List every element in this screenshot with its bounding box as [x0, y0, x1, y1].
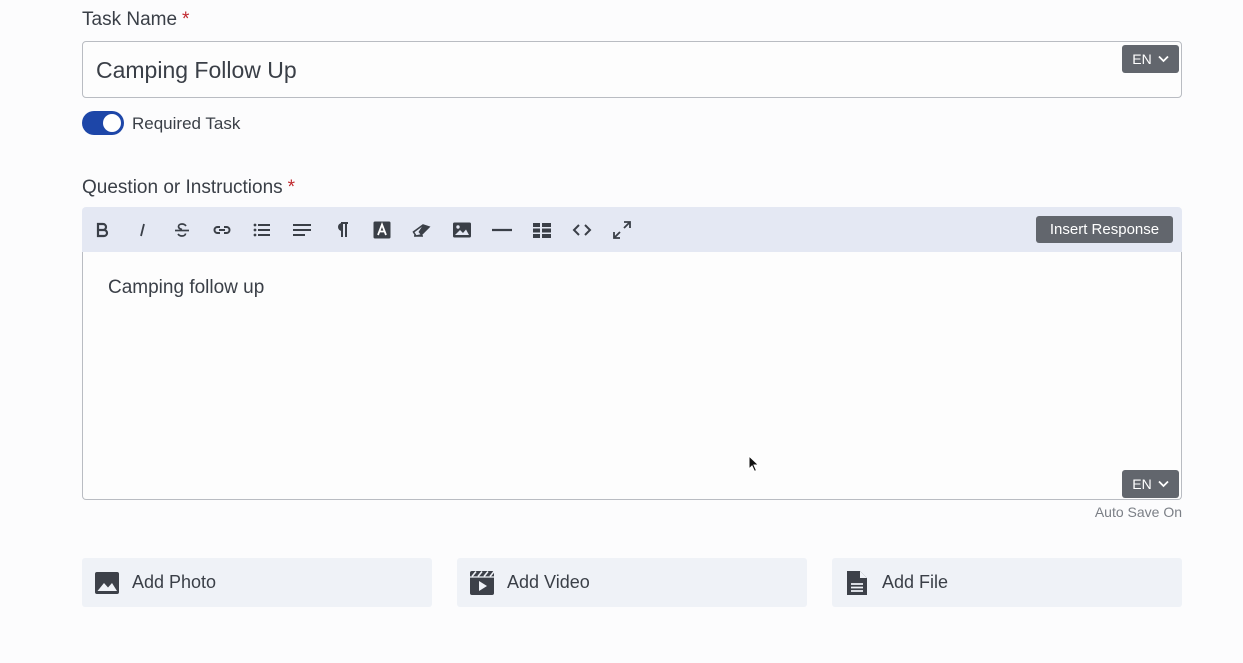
horizontal-rule-icon[interactable] [491, 219, 513, 241]
fullscreen-icon[interactable] [611, 219, 633, 241]
strikethrough-icon[interactable] [171, 219, 193, 241]
add-video-label: Add Video [507, 572, 590, 592]
editor-toolbar: Insert Response [82, 207, 1182, 252]
table-icon[interactable] [531, 219, 553, 241]
required-asterisk: * [182, 9, 190, 30]
video-icon [470, 571, 495, 595]
image-icon[interactable] [451, 219, 473, 241]
add-video-button[interactable]: Add Video [457, 558, 807, 607]
add-file-button[interactable]: Add File [832, 558, 1182, 607]
code-icon[interactable] [571, 219, 593, 241]
bulleted-list-icon[interactable] [251, 219, 273, 241]
task-name-language-dropdown[interactable]: EN [1122, 45, 1179, 73]
autosave-status: Auto Save On [1094, 504, 1182, 520]
chevron-down-icon [1158, 55, 1169, 63]
language-label: EN [1132, 51, 1152, 67]
paragraph-icon[interactable] [331, 219, 353, 241]
language-label: EN [1132, 476, 1152, 492]
add-photo-label: Add Photo [132, 572, 217, 592]
insert-response-button[interactable]: Insert Response [1036, 216, 1173, 243]
instructions-label-text: Question or Instructions [82, 177, 283, 198]
chevron-down-icon [1158, 480, 1169, 488]
toggle-knob [103, 114, 121, 132]
add-photo-button[interactable]: Add Photo [82, 558, 432, 607]
instructions-language-dropdown[interactable]: EN [1122, 470, 1179, 498]
task-name-input[interactable]: Camping Follow Up EN [82, 41, 1182, 98]
bold-icon[interactable] [91, 219, 113, 241]
instructions-editor[interactable]: Camping follow up EN [82, 252, 1182, 500]
required-task-toggle[interactable] [82, 111, 124, 135]
link-icon[interactable] [211, 219, 233, 241]
mouse-cursor-icon [748, 455, 760, 473]
task-name-label: Task Name * [82, 9, 189, 31]
task-name-value[interactable]: Camping Follow Up [96, 57, 297, 84]
add-file-label: Add File [882, 572, 949, 592]
editor-content[interactable]: Camping follow up [108, 277, 264, 299]
italic-icon[interactable] [131, 219, 153, 241]
file-icon [847, 571, 867, 595]
align-icon[interactable] [291, 219, 313, 241]
task-name-label-text: Task Name [82, 9, 178, 30]
photo-icon [95, 572, 119, 594]
instructions-label: Question or Instructions * [82, 177, 295, 199]
eraser-icon[interactable] [411, 219, 433, 241]
required-task-label: Required Task [132, 114, 241, 133]
text-color-icon[interactable] [371, 219, 393, 241]
required-asterisk: * [287, 177, 296, 198]
